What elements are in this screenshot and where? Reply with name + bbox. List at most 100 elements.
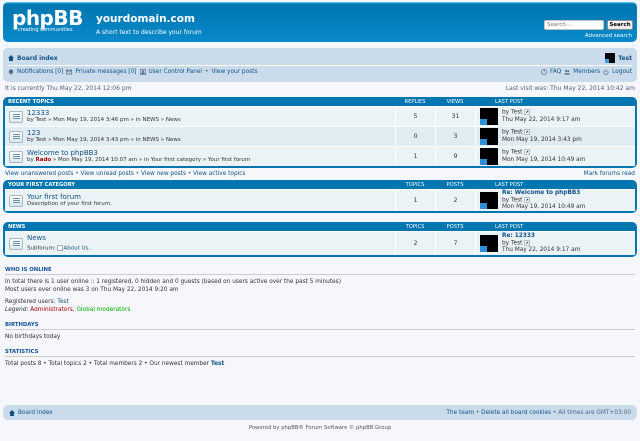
last-post-author[interactable]: by Test <box>502 110 522 116</box>
forum-topics: 2 <box>395 232 435 255</box>
navbar-separator: • <box>205 69 209 75</box>
unanswered-posts-link[interactable]: View unanswered posts <box>5 171 73 177</box>
last-post-author[interactable]: by Test <box>502 240 522 246</box>
col-views: Views <box>446 98 464 105</box>
quick-links: View unanswered posts • View unread post… <box>3 171 637 177</box>
logo-text: phpBB <box>12 6 83 30</box>
search-button[interactable]: Search <box>607 20 633 30</box>
forum-title-link[interactable]: News <box>27 234 90 242</box>
time-bar: It is currently Thu May 22, 2014 12:06 p… <box>3 85 637 92</box>
topic-views: 31 <box>435 107 475 126</box>
subforum-link[interactable]: About Us. <box>63 245 90 251</box>
notifications-link[interactable]: Notifications [0] <box>17 69 63 75</box>
last-post-time: Thu May 22, 2014 9:17 am <box>502 247 581 254</box>
advanced-search-link[interactable]: Advanced search <box>585 33 632 39</box>
subforum-label: Subforum: <box>27 245 56 252</box>
topic-author-link[interactable]: Rado <box>36 157 52 163</box>
topic-views: 3 <box>435 127 475 146</box>
topic-meta: by Test » Mon May 19, 2014 3:43 pm » in … <box>27 136 181 143</box>
search-input[interactable] <box>544 20 604 30</box>
col-last-post: Last post <box>495 181 524 188</box>
home-icon <box>8 55 14 61</box>
footer-board-index-link[interactable]: Board index <box>18 410 53 416</box>
team-link[interactable]: The team <box>446 410 474 416</box>
topic-title-link[interactable]: Welcome to phpBB3 <box>27 149 250 157</box>
logout-link[interactable]: Logout <box>612 69 632 75</box>
online-record: Most users ever online was 3 on Thu May … <box>5 287 179 293</box>
timezone-text: All times are GMT+03:00 <box>558 409 631 416</box>
avatar <box>480 128 498 145</box>
topic-read-icon <box>9 150 23 163</box>
topic-meta: by Test » Mon May 19, 2014 3:46 pm » in … <box>27 116 181 123</box>
who-is-online-title[interactable]: Who is online <box>5 267 635 275</box>
home-icon <box>9 409 15 416</box>
legend-label: Legend: <box>5 307 29 313</box>
forum-posts: 2 <box>435 190 475 211</box>
legend-admin-link[interactable]: Administrators <box>30 307 73 313</box>
ucp-link[interactable]: User Control Panel <box>149 69 203 75</box>
birthdays-text: No birthdays today <box>5 334 61 340</box>
go-to-post-icon[interactable] <box>524 129 530 135</box>
last-visit: Last visit was: Thu May 22, 2014 10:42 a… <box>505 85 635 92</box>
forum-row: Your first forum Description of your fir… <box>5 189 635 211</box>
category-title-link[interactable]: News <box>5 224 395 230</box>
private-messages-link[interactable]: Private messages [0] <box>75 69 136 75</box>
last-post-title-link[interactable]: Re: 12333 <box>502 233 580 240</box>
footer-sep: • <box>475 409 480 416</box>
newest-member-link[interactable]: Test <box>211 361 224 367</box>
topic-title-link[interactable]: 123 <box>27 129 181 137</box>
members-link[interactable]: Members <box>573 69 600 75</box>
delete-cookies-link[interactable]: Delete all board cookies <box>481 410 551 416</box>
topic-replies: 0 <box>395 127 435 146</box>
current-time: It is currently Thu May 22, 2014 12:06 p… <box>5 85 132 92</box>
search-box: Search <box>544 20 633 30</box>
last-post-author[interactable]: by Test <box>502 150 522 156</box>
birthdays: Birthdays No birthdays today <box>3 322 637 341</box>
topic-meta: by Rado » Mon May 19, 2014 10:07 am » in… <box>27 157 250 164</box>
statistics-text: Total posts 8 • Total topics 2 • Total m… <box>5 361 210 367</box>
avatar <box>480 148 498 165</box>
power-icon <box>603 69 609 75</box>
col-title: Recent topics <box>8 98 54 105</box>
registered-user-link[interactable]: Test <box>57 299 68 305</box>
faq-link[interactable]: FAQ <box>550 69 561 75</box>
unread-posts-link[interactable]: View unread posts <box>81 171 134 177</box>
recent-topics-header: Recent topics Replies Views Last post <box>5 97 635 106</box>
navbar-divider <box>8 65 632 66</box>
user-name: Test <box>618 54 632 62</box>
site-logo[interactable]: phpBB creating communities <box>12 8 90 38</box>
powered-by: Powered by phpBB® Forum Software © phpBB… <box>248 425 392 431</box>
col-posts: Posts <box>446 181 464 188</box>
statistics-title: Statistics <box>5 349 635 357</box>
table-row: 123 by Test » Mon May 19, 2014 3:43 pm »… <box>5 126 635 146</box>
go-to-post-icon[interactable] <box>524 240 530 246</box>
board-index-link[interactable]: Board index <box>8 55 58 62</box>
footer-sep: • <box>552 409 557 416</box>
new-posts-link[interactable]: View new posts <box>141 171 186 177</box>
online-summary: In total there is 1 user online :: 1 reg… <box>5 279 341 285</box>
last-post-author[interactable]: by Test <box>502 197 522 203</box>
topic-replies: 5 <box>395 107 435 126</box>
last-post-title-link[interactable]: Re: Welcome to phpBB3 <box>502 190 585 197</box>
last-post-author[interactable]: by Test <box>502 130 522 136</box>
go-to-post-icon[interactable] <box>524 149 530 155</box>
forum-row: News Subforum: About Us. 2 7 Re: 12333 b… <box>5 231 635 255</box>
user-menu[interactable]: Test <box>605 53 632 63</box>
forum-read-icon <box>9 194 23 207</box>
birthdays-title: Birthdays <box>5 322 635 330</box>
last-post-time: Mon May 19, 2014 10:49 am <box>502 156 586 163</box>
forum-title-link[interactable]: Your first forum <box>27 193 112 201</box>
mark-forums-read-link[interactable]: Mark forums read <box>584 171 635 177</box>
go-to-post-icon[interactable] <box>524 197 530 203</box>
forum-read-icon <box>9 237 23 250</box>
active-topics-link[interactable]: View active topics <box>193 171 245 177</box>
topic-title-link[interactable]: 12333 <box>27 109 181 117</box>
svg-text:?: ? <box>543 70 545 75</box>
go-to-post-icon[interactable] <box>524 109 530 115</box>
view-posts-link[interactable]: View your posts <box>211 69 257 75</box>
statistics: Statistics Total posts 8 • Total topics … <box>3 349 637 368</box>
news-category-block: News Topics Posts Last post News Subforu… <box>3 222 637 257</box>
category-title-link[interactable]: Your first category <box>5 182 395 188</box>
last-post-time: Mon May 19, 2014 10:49 am <box>502 204 586 211</box>
legend-gm-link[interactable]: Global moderators <box>76 307 130 313</box>
